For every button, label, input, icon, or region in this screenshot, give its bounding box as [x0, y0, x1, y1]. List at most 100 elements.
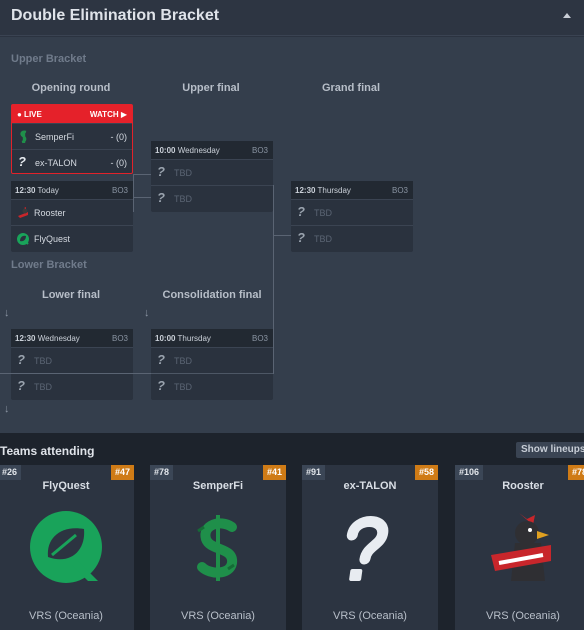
match-team-row[interactable]: ? TBD: [151, 373, 273, 399]
arrow-down-icon: ↓: [4, 403, 10, 415]
connector-line: [273, 234, 274, 374]
match-team-row[interactable]: ? TBD: [291, 199, 413, 225]
bracket-header[interactable]: Double Elimination Bracket: [0, 0, 584, 36]
round-opening-label: Opening round: [31, 82, 111, 94]
teams-attending-title: Teams attending: [0, 444, 95, 458]
round-lower-final-label: Lower final: [41, 289, 101, 301]
match-card[interactable]: 12:30 Wednesday BO3 ? TBD ? TBD: [11, 329, 133, 400]
bracket-area: Upper Bracket Opening round Upper final …: [0, 37, 584, 433]
team-name: SemperFi: [35, 132, 75, 142]
question-mark-icon: ?: [17, 352, 25, 367]
match-team-row[interactable]: ? TBD: [11, 347, 133, 373]
match-format: BO3: [391, 186, 408, 195]
team-score: - (0): [110, 132, 128, 142]
connector-line: [133, 197, 151, 198]
world-rank-badge: #106: [455, 465, 484, 480]
page-title: Double Elimination Bracket: [11, 7, 220, 24]
team-name: Rooster: [34, 208, 66, 218]
live-match-card[interactable]: ● LIVE WATCH ▶ SemperFi - (0) ? ex-TALON…: [11, 104, 133, 174]
live-indicator: ● LIVE: [17, 110, 42, 119]
match-team-row[interactable]: Rooster: [11, 199, 133, 225]
match-day: Wednesday: [177, 146, 220, 155]
match-format: BO3: [111, 186, 128, 195]
match-team-row[interactable]: ? TBD: [11, 373, 133, 399]
match-card[interactable]: 10:00 Thursday BO3 ? TBD ? TBD: [151, 329, 273, 400]
team-name: TBD: [174, 168, 192, 178]
match-team-row[interactable]: ? TBD: [151, 347, 273, 373]
flyquest-logo-icon: [30, 511, 102, 583]
arrow-down-icon: ↓: [4, 307, 10, 319]
unknown-team-logo-icon: [346, 516, 389, 581]
rooster-logo-icon: [491, 513, 551, 581]
match-team-row[interactable]: ? TBD: [151, 185, 273, 211]
region-rank-badge: #47: [110, 465, 134, 480]
watch-button[interactable]: WATCH ▶: [90, 110, 127, 119]
connector-line: [133, 174, 151, 175]
match-day: Today: [37, 186, 59, 195]
team-name: TBD: [314, 234, 332, 244]
collapse-caret-icon[interactable]: [563, 13, 571, 18]
team-name: TBD: [34, 356, 52, 366]
question-mark-icon: ?: [297, 204, 305, 219]
region-rank-badge: #78: [567, 465, 584, 480]
connector-line: [273, 235, 291, 236]
round-consolidation-label: Consolidation final: [162, 289, 262, 301]
team-card[interactable]: #106 #78 Rooster VRS (Oceania): [455, 465, 584, 630]
connector-line: [0, 373, 274, 374]
teams-attending-bar: Teams attending Show lineups: [0, 433, 584, 463]
team-card[interactable]: #91 #58 ex-TALON VRS (Oceania): [302, 465, 438, 630]
team-name: TBD: [174, 382, 192, 392]
teams-list: #26 #47 FlyQuest VRS (Oceania) #78 #41 S…: [0, 463, 584, 630]
question-mark-icon: ?: [297, 230, 305, 245]
show-lineups-button[interactable]: Show lineups: [516, 442, 584, 458]
team-score: - (0): [110, 158, 128, 168]
team-card-name: Rooster: [502, 480, 544, 492]
match-time: 10:00: [155, 334, 176, 343]
team-region: VRS (Oceania): [181, 610, 255, 622]
team-card-name: FlyQuest: [42, 480, 90, 492]
match-team-row[interactable]: SemperFi - (0): [12, 123, 132, 149]
world-rank-badge: #78: [150, 465, 174, 480]
match-team-row[interactable]: ? ex-TALON - (0): [12, 149, 132, 175]
connector-line: [133, 174, 134, 212]
team-card[interactable]: #26 #47 FlyQuest VRS (Oceania): [0, 465, 134, 630]
team-region: VRS (Oceania): [333, 610, 407, 622]
match-format: BO3: [111, 334, 128, 343]
team-card-name: SemperFi: [192, 480, 244, 492]
team-card[interactable]: #78 #41 SemperFi VRS (Oceania): [150, 465, 286, 630]
match-format: BO3: [251, 334, 268, 343]
match-day: Wednesday: [37, 334, 80, 343]
question-mark-icon: ?: [18, 154, 26, 169]
team-region: VRS (Oceania): [486, 610, 560, 622]
world-rank-badge: #91: [302, 465, 326, 480]
match-card[interactable]: 10:00 Wednesday BO3 ? TBD ? TBD: [151, 141, 273, 212]
match-day: Thursday: [317, 186, 351, 195]
team-name: FlyQuest: [34, 234, 71, 244]
match-card[interactable]: 12:30 Today BO3 Rooster FlyQuest: [11, 181, 133, 252]
round-grand-final-label: Grand final: [321, 82, 381, 94]
connector-line: [273, 185, 274, 235]
match-time: 10:00: [155, 146, 176, 155]
match-team-row[interactable]: ? TBD: [151, 159, 273, 185]
lower-bracket-label: Lower Bracket: [11, 259, 87, 271]
match-card[interactable]: 12:30 Thursday BO3 ? TBD ? TBD: [291, 181, 413, 252]
semperfi-logo-icon: [197, 515, 237, 581]
world-rank-badge: #26: [0, 465, 22, 480]
question-mark-icon: ?: [17, 378, 25, 393]
team-name: ex-TALON: [35, 158, 77, 168]
region-rank-badge: #58: [414, 465, 438, 480]
question-mark-icon: ?: [157, 164, 165, 179]
team-name: TBD: [174, 356, 192, 366]
match-team-row[interactable]: ? TBD: [291, 225, 413, 251]
team-name: TBD: [314, 208, 332, 218]
upper-bracket-label: Upper Bracket: [11, 53, 87, 65]
match-time: 12:30: [15, 334, 36, 343]
match-team-row[interactable]: FlyQuest: [11, 225, 133, 251]
arrow-down-icon: ↓: [144, 307, 150, 319]
match-time: 12:30: [295, 186, 316, 195]
semperfi-icon: [20, 130, 27, 144]
team-name: TBD: [34, 382, 52, 392]
rooster-icon: [18, 207, 28, 218]
flyquest-icon: [17, 233, 29, 245]
question-mark-icon: ?: [157, 352, 165, 367]
